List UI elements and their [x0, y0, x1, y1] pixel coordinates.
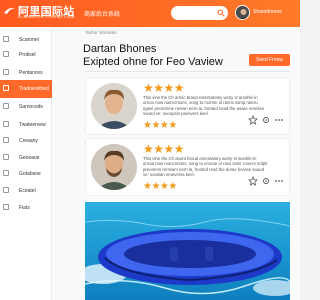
star-outline-icon[interactable]	[248, 176, 258, 186]
star-outline-icon[interactable]	[248, 115, 258, 125]
sidebar-item-9[interactable]: Eceatel	[0, 182, 52, 200]
user-icon	[236, 6, 249, 19]
file-icon	[3, 204, 9, 210]
review-card: ★★★★ This vine the Ch aroint broud esren…	[85, 138, 290, 196]
box-icon	[3, 51, 9, 57]
username[interactable]: Sharodrmeor	[253, 9, 282, 15]
review-card: ★★★★ This virw the Ch armic brand estent…	[85, 77, 290, 135]
logo-subtitle: ALIBABA.COM INTERNATIONAL	[18, 15, 76, 19]
settings-icon	[3, 187, 9, 193]
chart-icon	[3, 85, 9, 91]
sidebar-item-8[interactable]: Gotabsoe	[0, 165, 52, 183]
sidebar-item-label: Gotabsoe	[19, 171, 41, 177]
header-tagline: 商家后台系统	[84, 12, 121, 18]
logo[interactable]: 阿里国际站 ALIBABA.COM INTERNATIONAL	[3, 3, 75, 21]
settings-icon[interactable]	[261, 176, 271, 186]
sidebar-item-1[interactable]: Protisel	[0, 46, 52, 64]
sidebar-item-label: Creaany	[19, 138, 38, 144]
more-icon[interactable]	[274, 115, 284, 125]
review-actions	[248, 176, 284, 186]
logo-icon	[4, 8, 15, 14]
list-icon	[3, 69, 9, 75]
page-title: Dartan Bhones	[83, 43, 157, 55]
more-icon[interactable]	[274, 176, 284, 186]
sidebar: Scaronel Protisel Pentances Tradoerethed…	[0, 27, 52, 300]
reviewer-photo	[91, 83, 137, 129]
settings-icon[interactable]	[261, 115, 271, 125]
main-content: Tarbor Wsmeter Dartan Bhones Exipted ohn…	[52, 27, 300, 300]
document-icon	[3, 103, 9, 109]
inflatable-boat-photo	[85, 202, 290, 300]
globe-icon	[3, 154, 9, 160]
sidebar-item-label: Pentances	[19, 70, 43, 76]
user-avatar[interactable]	[235, 5, 250, 20]
sidebar-item-label: Eceatel	[19, 188, 36, 194]
tag-icon	[3, 170, 9, 176]
chat-icon	[3, 121, 9, 127]
top-header: 阿里国际站 ALIBABA.COM INTERNATIONAL 商家后台系统 S…	[0, 0, 300, 27]
sidebar-item-4[interactable]: Sarnocods	[0, 98, 52, 116]
rating-stars: ★★★★	[143, 81, 185, 95]
write-review-button[interactable]: Seed Frnew	[249, 54, 290, 66]
grid-icon	[3, 36, 9, 42]
sidebar-item-label: Fiats	[19, 205, 30, 211]
sidebar-item-6[interactable]: Creaany	[0, 132, 52, 150]
product-image[interactable]	[85, 202, 290, 300]
sidebar-item-label: Scaronel	[19, 37, 39, 43]
review-text: This virw the Ch armic brand estentatork…	[143, 95, 265, 117]
sidebar-item-label: Geoeaue	[19, 155, 40, 161]
search-icon[interactable]	[217, 9, 225, 17]
page-subtitle: Exipted ohne for Feo Vaview	[83, 56, 223, 68]
divider	[85, 71, 290, 72]
reviewer-photo	[91, 144, 137, 190]
sub-rating-stars: ★★★★	[143, 120, 177, 131]
sidebar-item-3[interactable]: Tradoerethed	[0, 80, 52, 98]
review-actions	[248, 115, 284, 125]
sidebar-item-10[interactable]: Fiats	[0, 199, 52, 217]
search-input[interactable]	[171, 6, 228, 20]
rating-stars: ★★★★	[143, 142, 185, 156]
sidebar-item-label: Twateervew	[19, 122, 46, 128]
sidebar-item-label: Tradoerethed	[19, 86, 49, 92]
flag-icon	[3, 137, 9, 143]
breadcrumb[interactable]: Tarbor Wsmeter	[85, 30, 117, 35]
sidebar-item-label: Protisel	[19, 52, 36, 58]
sub-rating-stars: ★★★★	[143, 181, 177, 192]
review-text: This vine the Ch aroint broud esrentator…	[143, 156, 268, 178]
sidebar-item-label: Sarnocods	[19, 104, 43, 110]
